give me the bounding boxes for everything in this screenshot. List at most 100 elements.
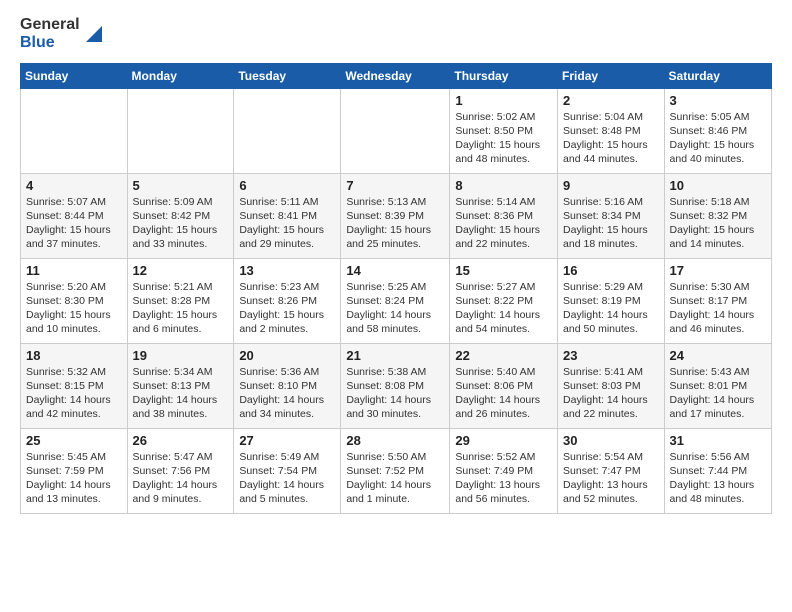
header: General Blue [20, 16, 772, 53]
day-info: Sunrise: 5:16 AM Sunset: 8:34 PM Dayligh… [563, 195, 659, 252]
calendar-cell [127, 88, 234, 173]
page: General Blue SundayMondayTuesdayWednesda… [0, 0, 792, 524]
day-info: Sunrise: 5:49 AM Sunset: 7:54 PM Dayligh… [239, 450, 335, 507]
weekday-header: Friday [558, 63, 665, 88]
weekday-header: Tuesday [234, 63, 341, 88]
day-number: 4 [26, 178, 122, 193]
day-number: 27 [239, 433, 335, 448]
calendar-cell: 17Sunrise: 5:30 AM Sunset: 8:17 PM Dayli… [664, 258, 771, 343]
day-number: 1 [455, 93, 552, 108]
calendar-cell: 27 Sunrise: 5:49 AM Sunset: 7:54 PM Dayli… [234, 428, 341, 513]
day-info: Sunrise: 5:52 AM Sunset: 7:49 PM Dayligh… [455, 450, 552, 507]
calendar-cell: 31 Sunrise: 5:56 AM Sunset: 7:44 PM Dayli… [664, 428, 771, 513]
day-info: Sunrise: 5:50 AM Sunset: 7:52 PM Dayligh… [346, 450, 444, 507]
day-info: Sunrise: 5:09 AM Sunset: 8:42 PM Dayligh… [133, 195, 229, 252]
day-number: 20 [239, 348, 335, 363]
day-number: 29 [455, 433, 552, 448]
day-info: Sunrise: 5:36 AM Sunset: 8:10 PM Dayligh… [239, 365, 335, 422]
weekday-header: Sunday [21, 63, 128, 88]
day-info: Sunrise: 5:47 AM Sunset: 7:56 PM Dayligh… [133, 450, 229, 507]
day-info: Sunrise: 5:04 AM Sunset: 8:48 PM Dayligh… [563, 110, 659, 167]
day-number: 5 [133, 178, 229, 193]
calendar-week-row: 4 Sunrise: 5:07 AM Sunset: 8:44 PM Daylig… [21, 173, 772, 258]
calendar-cell: 5 Sunrise: 5:09 AM Sunset: 8:42 PM Daylig… [127, 173, 234, 258]
calendar-cell: 22Sunrise: 5:40 AM Sunset: 8:06 PM Dayli… [450, 343, 558, 428]
day-info: Sunrise: 5:32 AM Sunset: 8:15 PM Dayligh… [26, 365, 122, 422]
day-info: Sunrise: 5:29 AM Sunset: 8:19 PM Dayligh… [563, 280, 659, 337]
calendar-cell: 21 Sunrise: 5:38 AM Sunset: 8:08 PM Dayli… [341, 343, 450, 428]
logo-triangle-icon [82, 24, 102, 44]
day-info: Sunrise: 5:41 AM Sunset: 8:03 PM Dayligh… [563, 365, 659, 422]
day-info: Sunrise: 5:40 AM Sunset: 8:06 PM Dayligh… [455, 365, 552, 422]
day-number: 24 [670, 348, 766, 363]
calendar-week-row: 18 Sunrise: 5:32 AM Sunset: 8:15 PM Dayli… [21, 343, 772, 428]
day-info: Sunrise: 5:27 AM Sunset: 8:22 PM Dayligh… [455, 280, 552, 337]
day-number: 7 [346, 178, 444, 193]
calendar-cell: 2 Sunrise: 5:04 AM Sunset: 8:48 PM Daylig… [558, 88, 665, 173]
day-number: 2 [563, 93, 659, 108]
calendar-cell: 10Sunrise: 5:18 AM Sunset: 8:32 PM Dayli… [664, 173, 771, 258]
calendar-cell: 26 Sunrise: 5:47 AM Sunset: 7:56 PM Dayli… [127, 428, 234, 513]
day-number: 11 [26, 263, 122, 278]
weekday-header: Thursday [450, 63, 558, 88]
calendar-table: SundayMondayTuesdayWednesdayThursdayFrid… [20, 63, 772, 514]
day-info: Sunrise: 5:13 AM Sunset: 8:39 PM Dayligh… [346, 195, 444, 252]
day-info: Sunrise: 5:21 AM Sunset: 8:28 PM Dayligh… [133, 280, 229, 337]
calendar-cell: 4 Sunrise: 5:07 AM Sunset: 8:44 PM Daylig… [21, 173, 128, 258]
day-number: 18 [26, 348, 122, 363]
day-info: Sunrise: 5:07 AM Sunset: 8:44 PM Dayligh… [26, 195, 122, 252]
day-number: 21 [346, 348, 444, 363]
weekday-header: Wednesday [341, 63, 450, 88]
day-number: 17 [670, 263, 766, 278]
calendar-cell: 1 Sunrise: 5:02 AM Sunset: 8:50 PM Daylig… [450, 88, 558, 173]
logo: General Blue [20, 16, 102, 53]
calendar-cell: 24Sunrise: 5:43 AM Sunset: 8:01 PM Dayli… [664, 343, 771, 428]
calendar-cell: 25Sunrise: 5:45 AM Sunset: 7:59 PM Dayli… [21, 428, 128, 513]
calendar-cell: 6Sunrise: 5:11 AM Sunset: 8:41 PM Daylig… [234, 173, 341, 258]
day-info: Sunrise: 5:25 AM Sunset: 8:24 PM Dayligh… [346, 280, 444, 337]
logo-wordmark: General Blue [20, 16, 102, 53]
day-number: 26 [133, 433, 229, 448]
day-info: Sunrise: 5:56 AM Sunset: 7:44 PM Dayligh… [670, 450, 766, 507]
calendar-header: SundayMondayTuesdayWednesdayThursdayFrid… [21, 63, 772, 88]
calendar-cell: 11 Sunrise: 5:20 AM Sunset: 8:30 PM Dayli… [21, 258, 128, 343]
day-number: 30 [563, 433, 659, 448]
calendar-cell [341, 88, 450, 173]
calendar-cell: 15 Sunrise: 5:27 AM Sunset: 8:22 PM Dayli… [450, 258, 558, 343]
day-number: 3 [670, 93, 766, 108]
day-number: 8 [455, 178, 552, 193]
calendar-cell: 14 Sunrise: 5:25 AM Sunset: 8:24 PM Dayli… [341, 258, 450, 343]
day-number: 6 [239, 178, 335, 193]
day-number: 15 [455, 263, 552, 278]
day-number: 23 [563, 348, 659, 363]
calendar-cell: 9 Sunrise: 5:16 AM Sunset: 8:34 PM Daylig… [558, 173, 665, 258]
calendar-cell: 7 Sunrise: 5:13 AM Sunset: 8:39 PM Daylig… [341, 173, 450, 258]
day-info: Sunrise: 5:05 AM Sunset: 8:46 PM Dayligh… [670, 110, 766, 167]
calendar-cell: 16Sunrise: 5:29 AM Sunset: 8:19 PM Dayli… [558, 258, 665, 343]
logo-general: General [20, 16, 80, 34]
weekday-header: Monday [127, 63, 234, 88]
day-info: Sunrise: 5:34 AM Sunset: 8:13 PM Dayligh… [133, 365, 229, 422]
day-number: 10 [670, 178, 766, 193]
day-number: 28 [346, 433, 444, 448]
calendar-cell: 19Sunrise: 5:34 AM Sunset: 8:13 PM Dayli… [127, 343, 234, 428]
day-number: 13 [239, 263, 335, 278]
day-info: Sunrise: 5:38 AM Sunset: 8:08 PM Dayligh… [346, 365, 444, 422]
calendar-week-row: 1 Sunrise: 5:02 AM Sunset: 8:50 PM Daylig… [21, 88, 772, 173]
day-info: Sunrise: 5:23 AM Sunset: 8:26 PM Dayligh… [239, 280, 335, 337]
day-number: 12 [133, 263, 229, 278]
day-number: 31 [670, 433, 766, 448]
day-number: 9 [563, 178, 659, 193]
day-number: 25 [26, 433, 122, 448]
day-info: Sunrise: 5:54 AM Sunset: 7:47 PM Dayligh… [563, 450, 659, 507]
calendar-cell: 20 Sunrise: 5:36 AM Sunset: 8:10 PM Dayli… [234, 343, 341, 428]
calendar-week-row: 25Sunrise: 5:45 AM Sunset: 7:59 PM Dayli… [21, 428, 772, 513]
weekday-header: Saturday [664, 63, 771, 88]
day-info: Sunrise: 5:02 AM Sunset: 8:50 PM Dayligh… [455, 110, 552, 167]
day-number: 14 [346, 263, 444, 278]
calendar-cell: 29 Sunrise: 5:52 AM Sunset: 7:49 PM Dayli… [450, 428, 558, 513]
calendar-cell: 8Sunrise: 5:14 AM Sunset: 8:36 PM Daylig… [450, 173, 558, 258]
calendar-cell: 18 Sunrise: 5:32 AM Sunset: 8:15 PM Dayli… [21, 343, 128, 428]
calendar-cell: 13 Sunrise: 5:23 AM Sunset: 8:26 PM Dayli… [234, 258, 341, 343]
day-info: Sunrise: 5:20 AM Sunset: 8:30 PM Dayligh… [26, 280, 122, 337]
